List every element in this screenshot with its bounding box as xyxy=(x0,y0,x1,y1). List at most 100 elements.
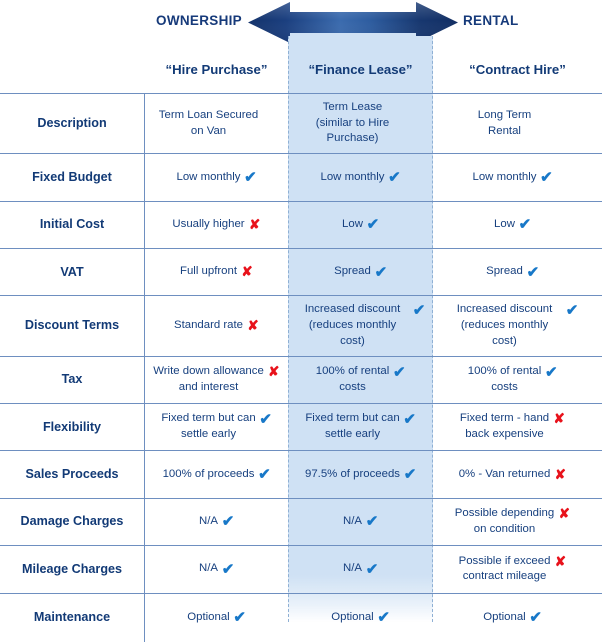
table-cell-hire_purchase: N/A ✔ xyxy=(145,546,288,592)
check-icon: ✔ xyxy=(518,216,532,234)
table-cell-hire_purchase: Full upfront ✘ xyxy=(145,249,288,295)
cell-text-line: on Van xyxy=(190,124,227,137)
cell-text-line: Low monthly xyxy=(472,170,537,183)
check-icon: ✔ xyxy=(565,302,579,320)
cell-text-line: Low xyxy=(342,217,363,230)
row-label: Tax xyxy=(61,372,83,387)
table-row: Description Term Loan Secured on Van Term L… xyxy=(0,94,602,155)
cell-text: N/A xyxy=(199,561,218,577)
cell-text: Long Term Rental xyxy=(478,108,532,139)
row-label: Sales Proceeds xyxy=(25,467,119,481)
cell-text: N/A xyxy=(343,561,362,577)
check-icon: ✔ xyxy=(529,609,542,627)
check-icon: ✔ xyxy=(540,168,553,186)
check-icon: ✔ xyxy=(526,263,540,281)
cell-text: Low xyxy=(342,217,363,233)
check-icon: ✔ xyxy=(377,609,390,627)
row-label-cell: Tax xyxy=(0,356,145,403)
comparison-table: “Hire Purchase” “Finance Lease” “Contract … xyxy=(0,46,602,642)
ownership-label: OWNERSHIP xyxy=(156,13,242,28)
check-icon: ✔ xyxy=(365,560,379,578)
table-row: Discount Terms Standard rate ✘ Increased di… xyxy=(0,296,602,357)
table-row: Fixed Budget Low monthly ✔ Low monthly ✔ Low … xyxy=(0,154,602,202)
cell-text: 97.5% of proceeds xyxy=(305,467,400,483)
table-row: VAT Full upfront ✘ Spread ✔ Spread ✔ xyxy=(0,248,602,297)
cross-icon: ✘ xyxy=(247,318,259,334)
row-label-cell: Sales Proceeds xyxy=(0,451,145,498)
cell-text: Term Lease (similar to Hire Purchase) xyxy=(296,100,409,147)
cell-text: Low xyxy=(494,217,515,233)
cell-text-line: Term Loan Secured xyxy=(158,108,259,121)
table-cell-finance_lease: Term Lease (similar to Hire Purchase) xyxy=(288,94,433,153)
table-cell-finance_lease: Spread ✔ xyxy=(288,249,433,295)
cell-text-line: N/A xyxy=(199,562,218,575)
cell-text-line: Possible if exceed xyxy=(458,554,551,567)
row-label-cell: Description xyxy=(0,94,145,154)
table-row: Initial Cost Usually higher ✘ Low ✔ Low ✔ xyxy=(0,201,602,249)
table-cell-contract_hire: Possible if exceed contract mileage ✘ xyxy=(433,546,602,592)
row-label-cell: Mileage Charges xyxy=(0,546,145,593)
row-label-cell: Initial Cost xyxy=(0,201,145,248)
row-label: Mileage Charges xyxy=(21,561,123,576)
table-cell-finance_lease: Increased discount (reduces monthly cost)… xyxy=(288,296,433,355)
cross-icon: ✘ xyxy=(558,506,570,522)
cell-text: Low monthly xyxy=(177,170,241,186)
cell-text-line: Fixed term but can xyxy=(305,412,400,425)
cell-text-line: settle early xyxy=(324,428,381,441)
table-cell-finance_lease: Low monthly ✔ xyxy=(288,154,433,200)
cell-text: Possible if exceed contract mileage xyxy=(459,554,551,585)
table-cell-contract_hire: Low monthly ✔ xyxy=(433,154,602,200)
row-label-cell: Discount Terms xyxy=(0,296,145,356)
table-cell-finance_lease: 97.5% of proceeds ✔ xyxy=(288,451,433,497)
cell-text-line: Fixed term - hand xyxy=(459,412,550,425)
cell-text-line: 100% of rental xyxy=(315,365,390,378)
cell-text: N/A xyxy=(199,514,218,530)
check-icon: ✔ xyxy=(412,302,426,320)
table-row: Tax Write down allowance and interest ✘ 100%… xyxy=(0,356,602,404)
cross-icon: ✘ xyxy=(553,411,565,427)
cross-icon: ✘ xyxy=(554,553,567,569)
cell-text-line: N/A xyxy=(199,515,218,528)
cross-icon: ✘ xyxy=(268,364,280,380)
cell-text-line: 0% - Van returned xyxy=(458,467,551,480)
table-row: Mileage Charges N/A ✔ N/A ✔ Possible if excee… xyxy=(0,546,602,594)
row-label: Fixed Budget xyxy=(32,169,112,184)
cell-text-line: Fixed term but can xyxy=(161,412,256,425)
cell-text: Optional xyxy=(331,610,373,626)
cell-text: Fixed term but can settle early xyxy=(305,411,399,442)
cell-text-line: costs xyxy=(339,380,366,393)
table-cell-hire_purchase: 100% of proceeds ✔ xyxy=(145,451,288,497)
table-header-row: “Hire Purchase” “Finance Lease” “Contract … xyxy=(0,46,602,94)
check-icon: ✔ xyxy=(403,411,416,429)
cell-text-line: and interest xyxy=(178,380,239,393)
cell-text-line: 97.5% of proceeds xyxy=(305,467,400,480)
row-label-cell: Fixed Budget xyxy=(0,154,145,201)
row-label-cell: Damage Charges xyxy=(0,498,145,546)
cell-text-line: Optional xyxy=(483,610,526,623)
row-label: Maintenance xyxy=(33,609,111,624)
cell-text-line: N/A xyxy=(343,515,362,528)
cell-text: Full upfront xyxy=(180,264,237,280)
check-icon: ✔ xyxy=(244,168,257,186)
cell-text: Low monthly xyxy=(473,170,537,186)
table-cell-hire_purchase: Standard rate ✘ xyxy=(145,296,288,355)
check-icon: ✔ xyxy=(374,263,388,281)
row-label: Flexibility xyxy=(42,419,102,434)
check-icon: ✔ xyxy=(221,513,235,531)
row-label-cell: Flexibility xyxy=(0,403,145,451)
table-row: Damage Charges N/A ✔ N/A ✔ Possible depending… xyxy=(0,498,602,547)
table-cell-hire_purchase: N/A ✔ xyxy=(145,499,288,545)
cell-text-line: (reduces monthly cost) xyxy=(308,319,397,347)
table-row: Sales Proceeds 100% of proceeds ✔ 97.5% of … xyxy=(0,451,602,499)
column-header-finance_lease: “Finance Lease” xyxy=(288,46,433,93)
cell-text: Term Loan Secured on Van xyxy=(159,108,258,139)
table-cell-contract_hire: 100% of rental costs ✔ xyxy=(433,357,602,403)
table-cell-contract_hire: Spread ✔ xyxy=(433,249,602,295)
check-icon: ✔ xyxy=(365,513,379,531)
table-cell-contract_hire: 0% - Van returned ✘ xyxy=(433,451,602,497)
row-label: Description xyxy=(37,116,107,131)
table-cell-hire_purchase: Low monthly ✔ xyxy=(145,154,288,200)
table-row: Maintenance Optional ✔ Optional ✔ Optional ✔ xyxy=(0,593,602,642)
check-icon: ✔ xyxy=(544,364,558,382)
column-header-label: “Contract Hire” xyxy=(469,62,566,77)
